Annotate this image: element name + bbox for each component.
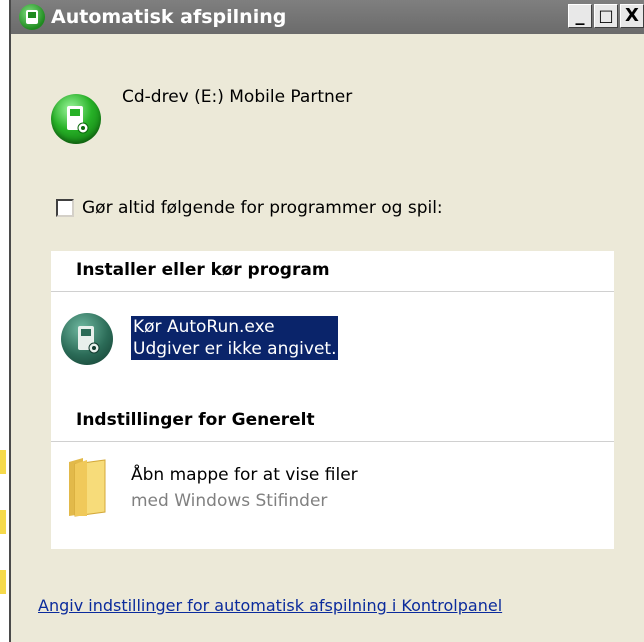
- open-folder-title: Åbn mappe for at vise filer: [131, 465, 358, 485]
- section-divider: [51, 441, 614, 442]
- always-do-option[interactable]: Gør altid følgende for programmer og spi…: [56, 198, 443, 218]
- minimize-button[interactable]: _: [568, 4, 592, 28]
- autorun-app-icon: [61, 313, 113, 365]
- background-edge: [0, 0, 9, 642]
- autorun-selected-text[interactable]: Kør AutoRun.exe Udgiver er ikke angivet.: [131, 316, 339, 360]
- always-do-label[interactable]: Gør altid følgende for programmer og spi…: [82, 198, 443, 218]
- options-panel: Installer eller kør program Kør AutoRun.…: [51, 251, 614, 549]
- maximize-button[interactable]: □: [594, 4, 618, 28]
- section-header-install: Installer eller kør program: [76, 260, 330, 280]
- autoplay-icon: [19, 4, 45, 30]
- window-controls: _ □ X: [566, 4, 644, 28]
- screen: Automatisk afspilning _ □ X Cd-drev (E:)…: [0, 0, 644, 642]
- autorun-subtitle: Udgiver er ikke angivet.: [133, 339, 337, 359]
- mobile-partner-icon: [51, 94, 101, 144]
- autoplay-dialog: Automatisk afspilning _ □ X Cd-drev (E:)…: [9, 0, 644, 642]
- open-folder-subtitle: med Windows Stifinder: [131, 491, 328, 511]
- autorun-title: Kør AutoRun.exe: [133, 317, 275, 337]
- close-button[interactable]: X: [620, 4, 644, 28]
- section-divider: [51, 291, 614, 292]
- folder-icon: [65, 456, 109, 518]
- background-marker: [0, 570, 6, 594]
- window-title: Automatisk afspilning: [51, 6, 287, 28]
- title-bar[interactable]: Automatisk afspilning _ □ X: [11, 0, 644, 34]
- always-do-checkbox[interactable]: [56, 199, 74, 217]
- background-marker: [0, 510, 6, 534]
- device-name: Cd-drev (E:) Mobile Partner: [122, 87, 353, 107]
- control-panel-link[interactable]: Angiv indstillinger for automatisk afspi…: [38, 596, 502, 615]
- background-marker: [0, 450, 6, 474]
- section-header-general: Indstillinger for Generelt: [76, 410, 315, 430]
